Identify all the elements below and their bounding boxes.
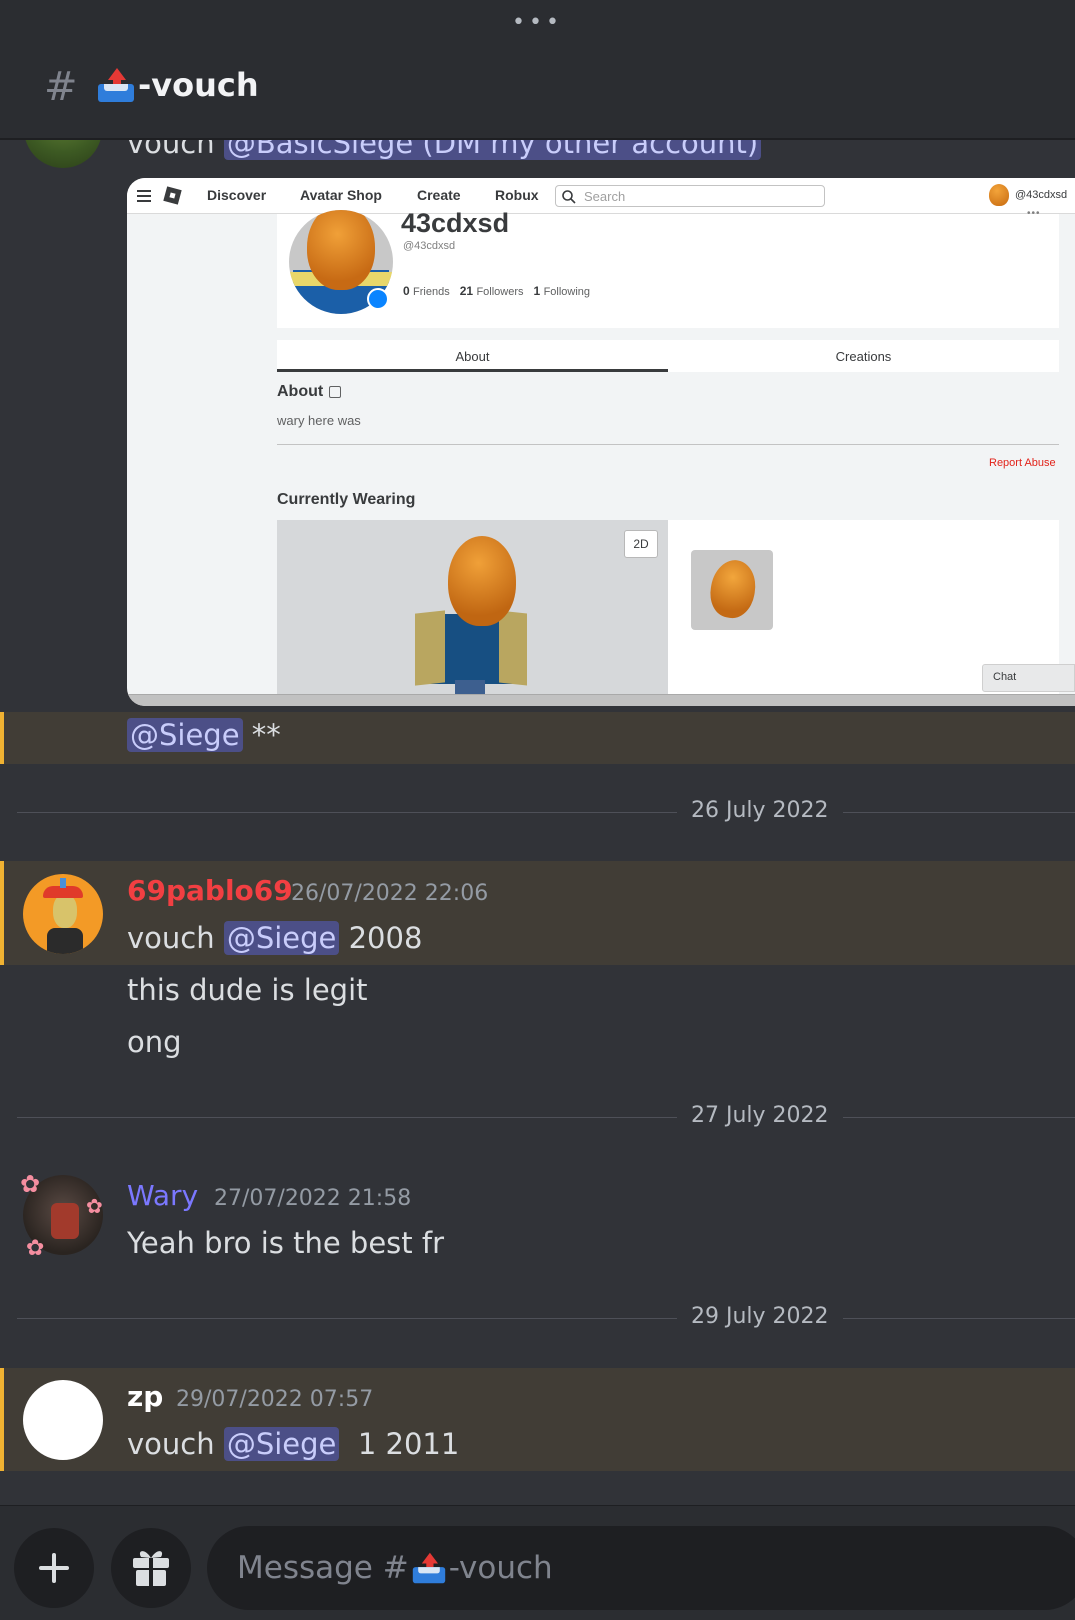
channel-name[interactable]: -vouch — [96, 66, 259, 104]
wearing-item-egg[interactable] — [691, 550, 773, 630]
username-69pablo69[interactable]: 69pablo69 — [127, 874, 293, 907]
currently-wearing-heading: Currently Wearing — [277, 491, 416, 508]
message-text: ong — [127, 1025, 182, 1059]
mention-siege[interactable]: @Siege — [127, 718, 243, 752]
username-wary[interactable]: Wary — [127, 1179, 198, 1212]
followers-label[interactable]: Followers — [476, 286, 523, 298]
profile-handle: @43cdxsd — [403, 240, 456, 252]
flower-decoration-icon: ✿ — [20, 1170, 41, 1198]
message-prefix: vouch — [127, 921, 224, 955]
date-divider: 27 July 2022 — [677, 1103, 843, 1128]
more-options-icon[interactable]: ••• — [0, 10, 1075, 35]
message-suffix: ** — [242, 718, 281, 752]
about-text: wary here was — [277, 413, 361, 428]
profile-name: 43cdxsd — [401, 208, 510, 238]
user-avatar-thumb[interactable] — [989, 184, 1009, 206]
chat-label: Chat — [993, 671, 1017, 683]
mention-highlight-bar — [0, 1368, 4, 1471]
inbox-tray-icon — [96, 68, 136, 102]
message-timestamp: 27/07/2022 21:58 — [214, 1186, 412, 1211]
gift-icon — [133, 1551, 169, 1586]
friends-count[interactable]: 0 — [403, 284, 410, 298]
message-input[interactable]: Message # -vouch — [207, 1526, 1075, 1610]
inbox-tray-icon — [411, 1552, 447, 1584]
friends-label[interactable]: Friends — [413, 286, 450, 298]
nav-username[interactable]: @43cdxsd — [1015, 189, 1067, 201]
online-badge — [367, 288, 389, 310]
date-divider-line — [17, 1318, 1075, 1319]
about-heading-text: About — [277, 383, 324, 400]
message-suffix: 1 2011 — [339, 1427, 460, 1461]
about-divider — [277, 444, 1059, 445]
roblox-logo-icon[interactable] — [163, 186, 182, 205]
mention-siege[interactable]: @Siege — [223, 1427, 340, 1461]
flower-decoration-icon: ✿ — [26, 1236, 45, 1261]
followers-count[interactable]: 21 — [460, 284, 473, 298]
profile-header-card — [277, 214, 1059, 328]
message-timestamp: 29/07/2022 07:57 — [176, 1387, 374, 1412]
edit-icon[interactable] — [329, 386, 342, 398]
nav-create[interactable]: Create — [417, 187, 461, 203]
tab-about[interactable]: About — [277, 349, 668, 364]
gift-button[interactable] — [111, 1528, 191, 1608]
message-timestamp: 26/07/2022 22:06 — [291, 881, 489, 906]
message-text: Yeah bro is the best fr — [127, 1226, 445, 1260]
message-input-placeholder: Message # -vouch — [237, 1550, 553, 1586]
tab-about-underline — [277, 369, 668, 372]
message-text: vouch @Siege 2008 — [127, 921, 422, 955]
date-divider: 29 July 2022 — [677, 1304, 843, 1329]
date-divider-line — [17, 1117, 1075, 1118]
avatar-zp[interactable] — [23, 1380, 103, 1460]
message-text: @Siege ** — [127, 718, 281, 752]
placeholder-prefix: Message # — [237, 1550, 409, 1586]
channel-hash-icon: # — [44, 64, 78, 110]
about-heading: About — [277, 383, 342, 401]
date-divider-line — [17, 812, 1075, 813]
avatar-69pablo69[interactable] — [23, 874, 103, 954]
message-prefix: vouch — [127, 1427, 224, 1461]
nav-discover[interactable]: Discover — [207, 187, 266, 203]
composer-bar: Message # -vouch — [0, 1505, 1075, 1620]
mention-highlight-bar — [0, 861, 4, 965]
mention-siege[interactable]: @Siege — [223, 921, 340, 955]
message-suffix: 2008 — [339, 921, 423, 955]
flower-decoration-icon: ✿ — [86, 1194, 103, 1218]
avatar-3d-viewer[interactable] — [277, 520, 668, 706]
date-divider: 26 July 2022 — [677, 798, 843, 823]
plus-icon-vertical — [52, 1553, 56, 1583]
hamburger-icon[interactable] — [137, 190, 151, 202]
channel-header: ••• # -vouch — [0, 0, 1075, 140]
tab-creations[interactable]: Creations — [668, 349, 1059, 364]
report-abuse-link[interactable]: Report Abuse — [989, 457, 1056, 469]
search-placeholder: Search — [584, 189, 626, 204]
attachment-image[interactable]: Discover Avatar Shop Create Robux Search… — [127, 178, 1075, 706]
nav-robux[interactable]: Robux — [495, 187, 539, 203]
channel-name-text: -vouch — [138, 66, 259, 104]
roblox-search-input[interactable]: Search — [555, 185, 825, 207]
mention-highlight-bar — [0, 712, 4, 764]
username-zp[interactable]: zp — [127, 1380, 163, 1413]
following-label[interactable]: Following — [544, 286, 590, 298]
nav-avatar-shop[interactable]: Avatar Shop — [300, 187, 382, 203]
following-count[interactable]: 1 — [534, 284, 541, 298]
chat-button[interactable]: Chat — [982, 664, 1075, 692]
toggle-2d-button[interactable]: 2D — [624, 530, 658, 558]
roblox-navbar: Discover Avatar Shop Create Robux Search… — [127, 178, 1075, 214]
search-icon — [562, 190, 576, 204]
message-text: this dude is legit — [127, 973, 368, 1007]
placeholder-suffix: -vouch — [448, 1550, 553, 1586]
profile-stats: 0 Friends 21 Followers 1 Following — [403, 284, 590, 298]
add-attachment-button[interactable] — [14, 1528, 94, 1608]
message-text: vouch @Siege 1 2011 — [127, 1427, 459, 1461]
more-options-icon[interactable]: ••• — [1027, 208, 1041, 219]
horizontal-scrollbar[interactable] — [127, 694, 1075, 706]
